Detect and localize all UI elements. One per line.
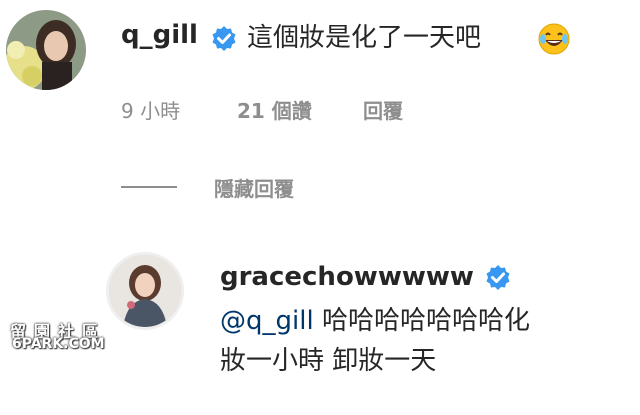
comment-likes-count[interactable]: 21 個讚 (237, 95, 312, 124)
reply-text-line1: 哈哈哈哈哈哈哈化 (321, 306, 530, 336)
verified-badge-icon (486, 265, 510, 290)
comment-username[interactable]: q_gill (121, 20, 198, 50)
comment-text: 這個妝是化了一天吧 (247, 23, 482, 53)
mention-link[interactable]: @q_gill (220, 306, 314, 336)
hide-replies-divider (121, 186, 177, 188)
laughing-tears-emoji-icon (538, 23, 570, 55)
avatar-image (109, 255, 181, 327)
comment-time: 9 小時 (121, 99, 181, 123)
reply-username[interactable]: gracechowwwww (220, 262, 474, 292)
watermark-en: 6PARK.COM (12, 336, 105, 352)
avatar-q-gill[interactable] (6, 10, 86, 90)
reply-text-line2: 妝一小時 卸妝一天 (220, 346, 437, 376)
verified-badge-icon (212, 26, 236, 51)
reply-text: @q_gill 哈哈哈哈哈哈哈化 妝一小時 卸妝一天 (220, 301, 530, 381)
hide-replies-button[interactable]: 隱藏回覆 (214, 173, 294, 202)
avatar-image (6, 10, 86, 90)
avatar-gracechowwwww[interactable] (106, 252, 184, 330)
reply-button[interactable]: 回覆 (363, 95, 403, 124)
